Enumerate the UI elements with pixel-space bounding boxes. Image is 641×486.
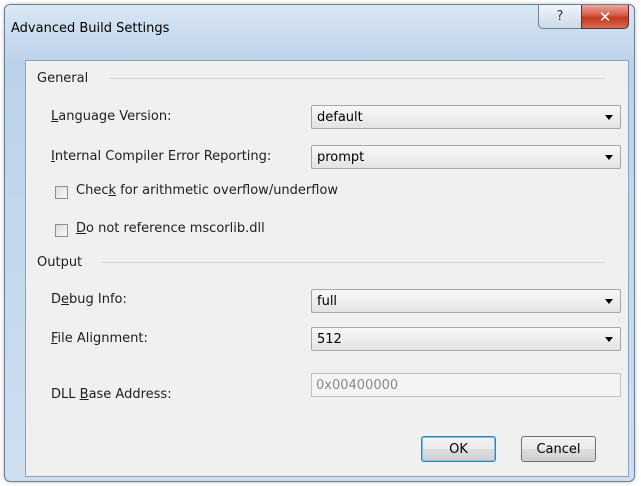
no-mscorlib-label[interactable]: Do not reference mscorlib.dll bbox=[76, 221, 265, 236]
language-version-value: default bbox=[317, 110, 363, 125]
ice-reporting-dropdown[interactable]: prompt bbox=[311, 145, 621, 169]
output-group-heading: Output bbox=[37, 255, 87, 270]
help-icon: ? bbox=[556, 9, 564, 24]
language-version-dropdown[interactable]: default bbox=[311, 105, 621, 129]
ice-reporting-label: Internal Compiler Error Reporting: bbox=[51, 149, 272, 164]
close-icon: ✕ bbox=[598, 7, 612, 26]
file-alignment-label: File Alignment: bbox=[51, 331, 148, 346]
debug-info-label: Debug Info: bbox=[51, 292, 127, 307]
chevron-down-icon bbox=[605, 299, 613, 304]
general-group-heading: General bbox=[37, 71, 93, 86]
file-alignment-dropdown[interactable]: 512 bbox=[311, 327, 621, 351]
help-button[interactable]: ? bbox=[538, 5, 582, 29]
chevron-down-icon bbox=[605, 337, 613, 342]
debug-info-dropdown[interactable]: full bbox=[311, 289, 621, 313]
no-mscorlib-checkbox[interactable] bbox=[55, 224, 68, 237]
ice-reporting-value: prompt bbox=[317, 150, 365, 165]
window-title: Advanced Build Settings bbox=[11, 21, 170, 36]
check-overflow-label[interactable]: Check for arithmetic overflow/underflow bbox=[76, 183, 338, 198]
chevron-down-icon bbox=[605, 155, 613, 160]
dll-base-address-value: 0x00400000 bbox=[316, 378, 399, 393]
dialog-client-area: General Language Version: default Intern… bbox=[25, 60, 629, 477]
dll-base-address-input[interactable]: 0x00400000 bbox=[311, 373, 621, 397]
general-group-divider bbox=[110, 78, 605, 79]
close-button[interactable]: ✕ bbox=[581, 5, 629, 29]
file-alignment-value: 512 bbox=[317, 332, 342, 347]
dialog-window: Advanced Build Settings ? ✕ General Lang… bbox=[4, 4, 635, 482]
language-version-label: Language Version: bbox=[51, 109, 172, 124]
chevron-down-icon bbox=[605, 115, 613, 120]
ok-button[interactable]: OK bbox=[421, 436, 496, 462]
debug-info-value: full bbox=[317, 294, 338, 309]
output-group-divider bbox=[102, 262, 605, 263]
cancel-button[interactable]: Cancel bbox=[521, 436, 596, 462]
dll-base-address-label: DLL Base Address: bbox=[51, 387, 172, 402]
check-overflow-checkbox[interactable] bbox=[55, 186, 68, 199]
